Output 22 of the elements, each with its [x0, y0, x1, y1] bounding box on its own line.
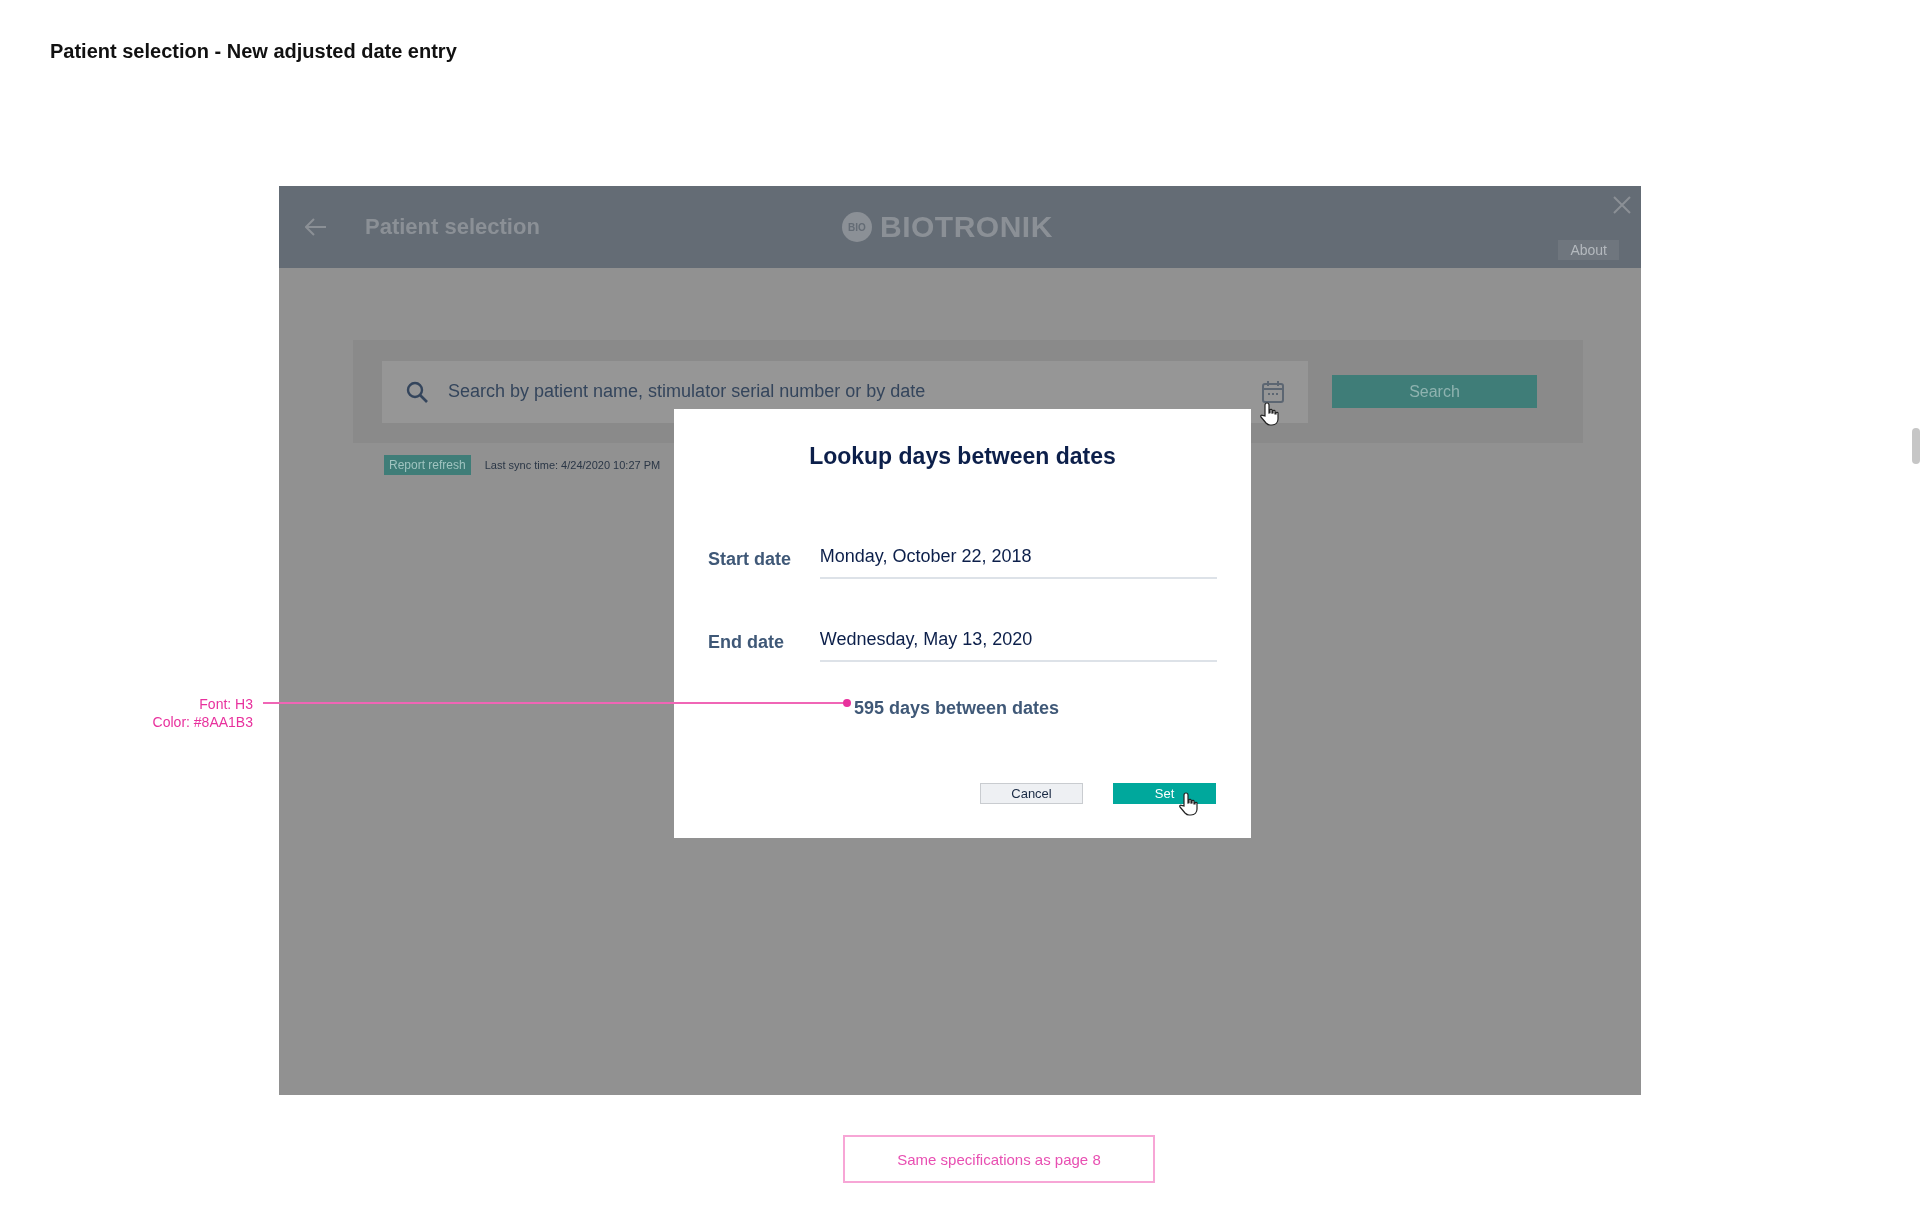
search-button[interactable]: Search: [1332, 375, 1537, 408]
scrollbar: [1912, 428, 1920, 464]
field-label: End date: [708, 632, 785, 653]
days-result-text: 595 days between dates: [854, 698, 1061, 719]
search-icon: [406, 380, 428, 403]
leader-dot: [843, 699, 851, 707]
dialog-title: Lookup days between dates: [808, 443, 1117, 470]
back-arrow-icon[interactable]: [305, 218, 327, 236]
note-text: Same specifications as page 8: [843, 1135, 1155, 1183]
close-button[interactable]: [1613, 196, 1631, 214]
calendar-icon[interactable]: [1262, 379, 1284, 404]
set-button[interactable]: Set: [1113, 783, 1216, 804]
annotation-text: Font: H3 Color: #8AA1B3: [152, 695, 253, 731]
date-field[interactable]: Wednesday, May 13, 2020: [819, 623, 1217, 662]
about-button[interactable]: About: [1558, 240, 1619, 260]
field-label: Start date: [708, 549, 793, 570]
cancel-button[interactable]: Cancel: [980, 783, 1083, 804]
page-title: Patient selection - New adjusted date entry: [50, 40, 457, 63]
report-refresh-badge[interactable]: Report refresh: [384, 455, 471, 475]
search-input[interactable]: Search by patient name, stimulator serial number or by date: [446, 380, 1244, 403]
last-sync-text: Last sync time: 4/24/2020 10:27 PM: [484, 459, 661, 471]
date-field[interactable]: Monday, October 22, 2018: [819, 540, 1217, 579]
